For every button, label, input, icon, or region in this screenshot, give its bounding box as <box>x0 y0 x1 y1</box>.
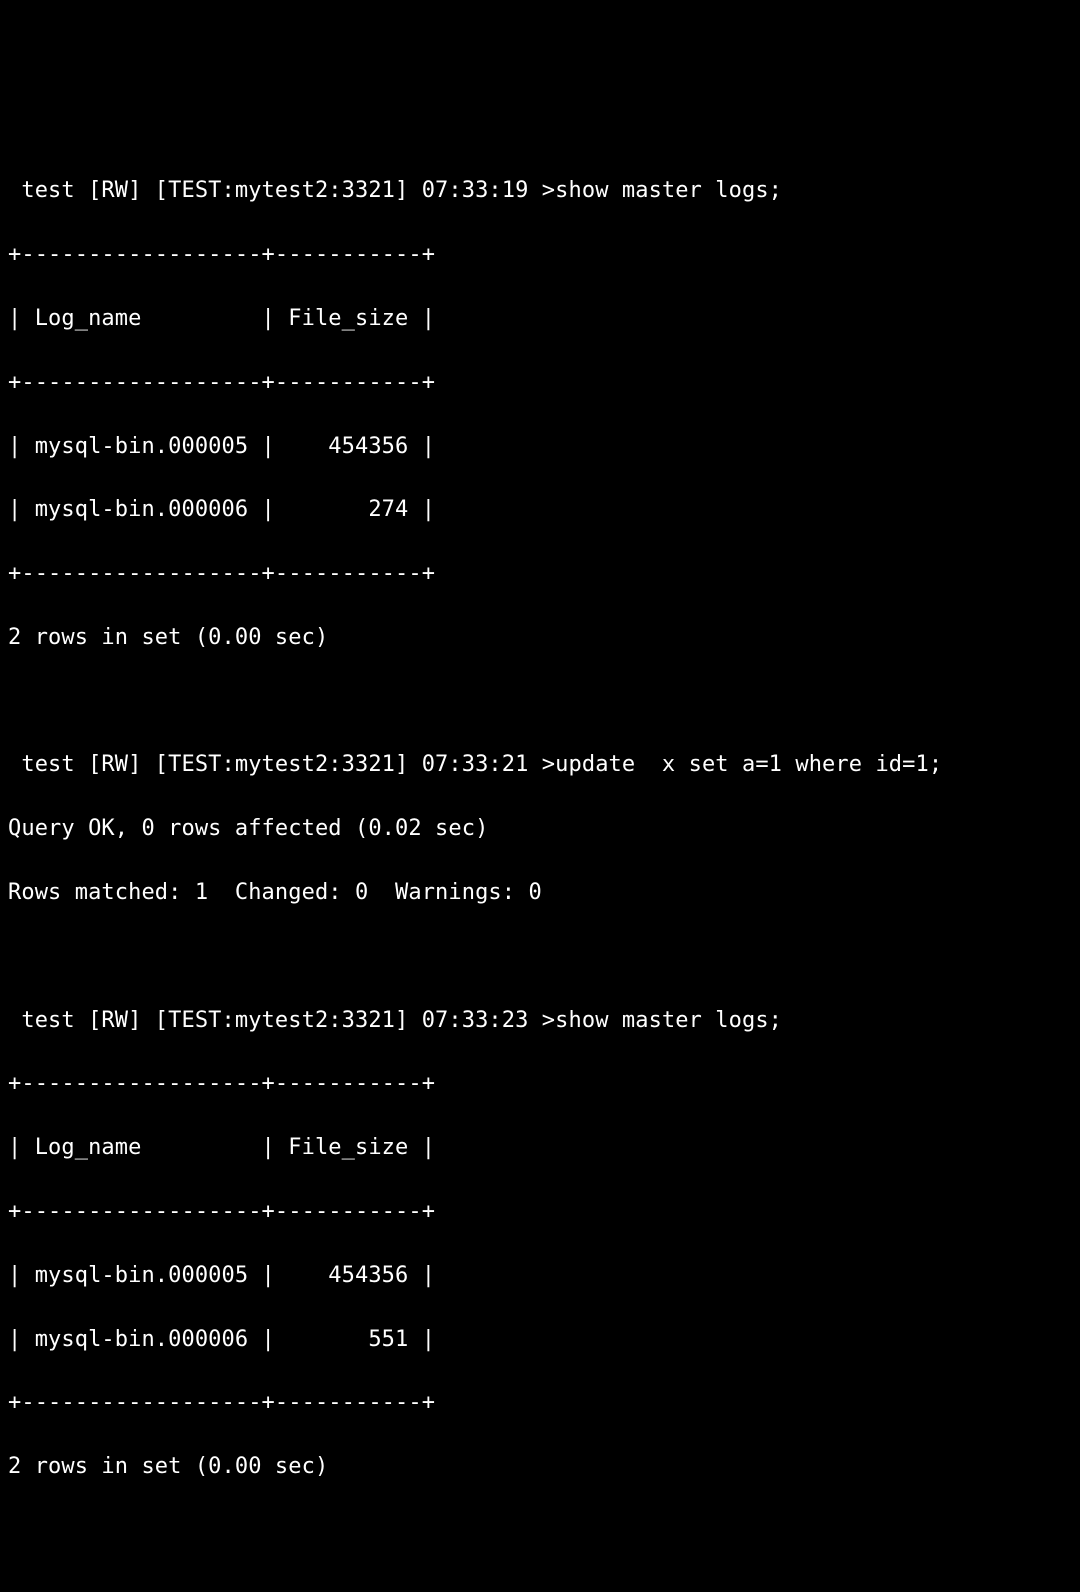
prompt-line-1: test [RW] [TEST:mytest2:3321] 07:33:19 >… <box>8 175 1072 207</box>
prompt-line-3: test [RW] [TEST:mytest2:3321] 07:33:23 >… <box>8 1005 1072 1037</box>
table-border: +------------------+-----------+ <box>8 558 1072 590</box>
query-ok: Query OK, 0 rows affected (0.02 sec) <box>8 813 1072 845</box>
table-row: | mysql-bin.000005 | 454356 | <box>8 1260 1072 1292</box>
blank-line <box>8 941 1072 973</box>
table-row: | mysql-bin.000006 | 274 | <box>8 494 1072 526</box>
prompt-prefix: test [RW] [TEST:mytest2:3321] 07:33:19 > <box>8 178 555 203</box>
table-header: | Log_name | File_size | <box>8 303 1072 335</box>
sql-command: show master logs; <box>555 1008 782 1033</box>
prompt-prefix: test [RW] [TEST:mytest2:3321] 07:33:21 > <box>8 752 555 777</box>
table-border: +------------------+-----------+ <box>8 1196 1072 1228</box>
sql-command: update x set a=1 where id=1; <box>555 752 942 777</box>
result-summary: 2 rows in set (0.00 sec) <box>8 622 1072 654</box>
result-summary: 2 rows in set (0.00 sec) <box>8 1451 1072 1483</box>
table-border: +------------------+-----------+ <box>8 239 1072 271</box>
table-border: +------------------+-----------+ <box>8 367 1072 399</box>
table-border: +------------------+-----------+ <box>8 1387 1072 1419</box>
prompt-prefix: test [RW] [TEST:mytest2:3321] 07:33:23 > <box>8 1008 555 1033</box>
rows-matched: Rows matched: 1 Changed: 0 Warnings: 0 <box>8 877 1072 909</box>
table-border: +------------------+-----------+ <box>8 1068 1072 1100</box>
table-row: | mysql-bin.000005 | 454356 | <box>8 431 1072 463</box>
prompt-line-2: test [RW] [TEST:mytest2:3321] 07:33:21 >… <box>8 749 1072 781</box>
blank-line <box>8 686 1072 718</box>
terminal-output: test [RW] [TEST:mytest2:3321] 07:33:19 >… <box>8 144 1072 1515</box>
table-header: | Log_name | File_size | <box>8 1132 1072 1164</box>
sql-command: show master logs; <box>555 178 782 203</box>
table-row: | mysql-bin.000006 | 551 | <box>8 1324 1072 1356</box>
